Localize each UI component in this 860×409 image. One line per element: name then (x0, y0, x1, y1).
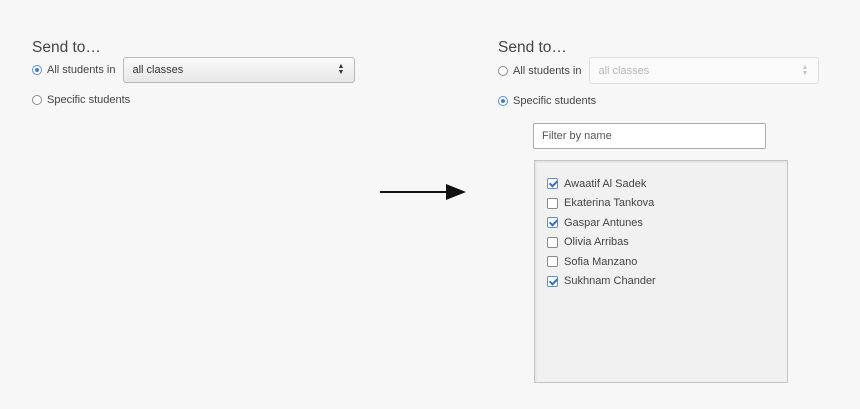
student-checkbox[interactable] (547, 275, 558, 287)
student-list-item[interactable]: Awaatif Al Sadek (535, 174, 787, 194)
class-select-value: all classes (598, 64, 650, 77)
student-checkbox[interactable] (547, 256, 558, 268)
up-down-chevron-icon: ▲ ▼ (337, 63, 345, 76)
student-checkbox[interactable] (547, 178, 558, 190)
specific-students-label: Specific students (47, 94, 131, 106)
all-students-label: All students in (47, 64, 116, 76)
student-checkbox[interactable] (547, 197, 558, 209)
filter-by-name-input[interactable]: Filter by name (533, 123, 766, 149)
student-list-item[interactable]: Ekaterina Tankova (535, 194, 787, 214)
student-list-item[interactable]: Olivia Arribas (535, 233, 787, 253)
all-students-row: All students in all classes ▲ ▼ (32, 57, 356, 83)
student-name: Sofia Manzano (564, 255, 638, 268)
class-select-value: all classes (132, 64, 184, 76)
send-to-title: Send to… (498, 39, 567, 56)
all-students-radio[interactable] (498, 65, 508, 76)
filter-placeholder: Filter by name (542, 130, 612, 142)
send-to-panel-after: Send to… All students in all classes ▲ ▼ … (498, 38, 820, 383)
all-students-row: All students in all classes ▲ ▼ (498, 57, 820, 84)
right-arrow-icon (380, 184, 466, 200)
class-select: all classes ▲ ▼ (589, 57, 820, 84)
student-name: Ekaterina Tankova (564, 197, 655, 210)
student-list-item[interactable]: Sofia Manzano (535, 252, 787, 272)
student-list-item[interactable]: Sukhnam Chander (535, 272, 787, 292)
up-down-chevron-icon: ▲ ▼ (801, 63, 809, 77)
student-list[interactable]: Awaatif Al Sadek Ekaterina Tankova Gaspa… (534, 160, 788, 383)
student-name: Olivia Arribas (564, 236, 629, 249)
student-name: Awaatif Al Sadek (564, 177, 647, 190)
specific-students-label: Specific students (513, 95, 597, 107)
specific-students-radio[interactable] (32, 95, 42, 105)
send-to-panel-before: Send to… All students in all classes ▲ ▼ … (32, 38, 356, 106)
specific-students-row: Specific students (498, 95, 819, 107)
specific-students-row: Specific students (32, 94, 355, 106)
specific-students-radio[interactable] (498, 96, 508, 106)
class-select[interactable]: all classes ▲ ▼ (123, 57, 356, 83)
all-students-radio[interactable] (32, 65, 42, 75)
student-name: Gaspar Antunes (564, 216, 643, 229)
all-students-label: All students in (513, 64, 582, 77)
send-to-title: Send to… (32, 39, 101, 56)
student-checkbox[interactable] (547, 217, 558, 229)
student-name: Sukhnam Chander (564, 275, 656, 288)
student-list-item[interactable]: Gaspar Antunes (535, 213, 787, 233)
student-checkbox[interactable] (547, 236, 558, 248)
